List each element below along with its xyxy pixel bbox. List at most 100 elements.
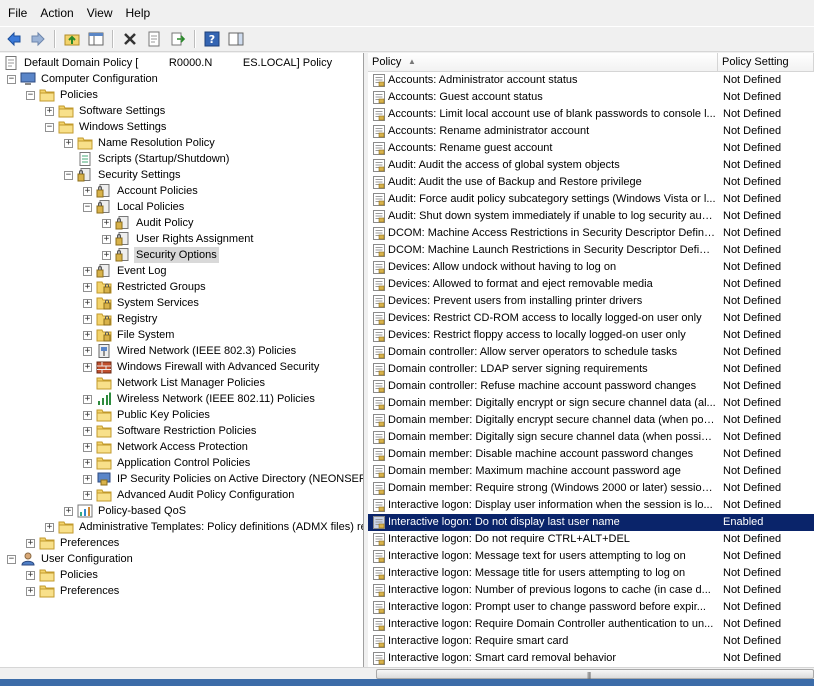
expand-icon[interactable]: +: [83, 266, 92, 276]
column-header-setting[interactable]: Policy Setting: [718, 53, 814, 71]
collapse-icon[interactable]: −: [7, 554, 16, 564]
show-action-pane-button[interactable]: [226, 29, 246, 49]
expand-icon[interactable]: +: [64, 138, 73, 148]
policy-row[interactable]: Interactive logon: Require Domain Contro…: [368, 616, 814, 633]
policy-row[interactable]: Domain member: Digitally encrypt secure …: [368, 412, 814, 429]
policy-row[interactable]: Devices: Restrict CD-ROM access to local…: [368, 310, 814, 327]
delete-button[interactable]: [120, 29, 140, 49]
policy-row[interactable]: Domain member: Require strong (Windows 2…: [368, 480, 814, 497]
details-pane[interactable]: Policy ▲ Policy Setting Accounts: Admini…: [368, 53, 814, 667]
tree-item[interactable]: + Software Settings: [45, 103, 167, 119]
tree-item[interactable]: + IP Security Policies on Active Director…: [83, 471, 363, 487]
expand-icon[interactable]: +: [83, 346, 92, 356]
tree-item[interactable]: + Application Control Policies: [83, 455, 252, 471]
expand-icon[interactable]: +: [45, 106, 54, 116]
policy-row[interactable]: Domain member: Maximum machine account p…: [368, 463, 814, 480]
collapse-icon[interactable]: −: [64, 170, 73, 180]
policy-row[interactable]: Audit: Force audit policy subcategory se…: [368, 191, 814, 208]
policy-row[interactable]: Audit: Shut down system immediately if u…: [368, 208, 814, 225]
menu-action[interactable]: Action: [33, 0, 79, 26]
menu-file[interactable]: File: [1, 0, 33, 26]
tree-item[interactable]: Scripts (Startup/Shutdown): [64, 151, 231, 167]
show-hide-tree-button[interactable]: [86, 29, 106, 49]
expand-icon[interactable]: +: [83, 458, 92, 468]
policy-row[interactable]: Accounts: Limit local account use of bla…: [368, 106, 814, 123]
policy-row[interactable]: Devices: Prevent users from installing p…: [368, 293, 814, 310]
tree-item[interactable]: + Audit Policy: [102, 215, 195, 231]
tree-item[interactable]: + Software Restriction Policies: [83, 423, 258, 439]
tree-item[interactable]: + Advanced Audit Policy Configuration: [83, 487, 296, 503]
policy-row[interactable]: Audit: Audit the use of Backup and Resto…: [368, 174, 814, 191]
policy-row[interactable]: Domain controller: LDAP server signing r…: [368, 361, 814, 378]
properties-button[interactable]: [144, 29, 164, 49]
expand-icon[interactable]: +: [102, 218, 111, 228]
expand-icon[interactable]: +: [26, 538, 35, 548]
policy-row[interactable]: Domain controller: Allow server operator…: [368, 344, 814, 361]
expand-icon[interactable]: +: [83, 282, 92, 292]
policy-row[interactable]: Accounts: Administrator account status No…: [368, 72, 814, 89]
expand-icon[interactable]: +: [83, 442, 92, 452]
expand-icon[interactable]: +: [102, 234, 111, 244]
policy-row[interactable]: Domain member: Digitally encrypt or sign…: [368, 395, 814, 412]
tree-item[interactable]: + System Services: [83, 295, 201, 311]
console-tree[interactable]: Default Domain Policy [ R0000.N ES.LOCAL…: [0, 53, 364, 667]
policy-row[interactable]: Interactive logon: Do not require CTRL+A…: [368, 531, 814, 548]
tree-item[interactable]: + Windows Firewall with Advanced Security: [83, 359, 321, 375]
collapse-icon[interactable]: −: [26, 90, 35, 100]
expand-icon[interactable]: +: [26, 570, 35, 580]
tree-item[interactable]: + Administrative Templates: Policy defini…: [45, 519, 363, 535]
expand-icon[interactable]: +: [83, 330, 92, 340]
policy-row[interactable]: Accounts: Rename administrator account No…: [368, 123, 814, 140]
policy-row[interactable]: Interactive logon: Prompt user to change…: [368, 599, 814, 616]
tree-item[interactable]: + Name Resolution Policy: [64, 135, 217, 151]
column-header-policy[interactable]: Policy ▲: [368, 53, 718, 71]
expand-icon[interactable]: +: [83, 298, 92, 308]
tree-item[interactable]: + Wireless Network (IEEE 802.11) Policies: [83, 391, 317, 407]
tree-item[interactable]: − User Configuration: [7, 551, 135, 567]
menu-help[interactable]: Help: [119, 0, 157, 26]
expand-icon[interactable]: +: [45, 522, 54, 532]
tree-item[interactable]: + Policies: [26, 567, 100, 583]
expand-icon[interactable]: +: [83, 186, 92, 196]
tree-item[interactable]: + Preferences: [26, 535, 121, 551]
tree-item[interactable]: − Security Settings: [64, 167, 183, 183]
expand-icon[interactable]: +: [102, 250, 111, 260]
tree-item[interactable]: + Policy-based QoS: [64, 503, 188, 519]
expand-icon[interactable]: +: [83, 410, 92, 420]
tree-item[interactable]: + User Rights Assignment: [102, 231, 255, 247]
policy-row[interactable]: Interactive logon: Number of previous lo…: [368, 582, 814, 599]
policy-row[interactable]: Devices: Allow undock without having to …: [368, 259, 814, 276]
collapse-icon[interactable]: −: [45, 122, 54, 132]
collapse-icon[interactable]: −: [83, 202, 92, 212]
policy-row[interactable]: Audit: Audit the access of global system…: [368, 157, 814, 174]
expand-icon[interactable]: +: [83, 394, 92, 404]
tree-item[interactable]: − Local Policies: [83, 199, 186, 215]
tree-item[interactable]: + Event Log: [83, 263, 169, 279]
policy-row[interactable]: Domain member: Disable machine account p…: [368, 446, 814, 463]
tree-item[interactable]: + Account Policies: [83, 183, 200, 199]
policy-row[interactable]: DCOM: Machine Launch Restrictions in Sec…: [368, 242, 814, 259]
up-folder-button[interactable]: [62, 29, 82, 49]
expand-icon[interactable]: +: [83, 474, 92, 484]
policy-row[interactable]: Interactive logon: Message text for user…: [368, 548, 814, 565]
policy-row[interactable]: Interactive logon: Message title for use…: [368, 565, 814, 582]
policy-row[interactable]: Devices: Allowed to format and eject rem…: [368, 276, 814, 293]
tree-item[interactable]: + Restricted Groups: [83, 279, 208, 295]
policy-row[interactable]: DCOM: Machine Access Restrictions in Sec…: [368, 225, 814, 242]
tree-item[interactable]: + Security Options: [102, 247, 219, 263]
policy-row[interactable]: Devices: Restrict floppy access to local…: [368, 327, 814, 344]
policy-row[interactable]: Accounts: Rename guest account Not Define…: [368, 140, 814, 157]
tree-item[interactable]: − Windows Settings: [45, 119, 168, 135]
tree-item[interactable]: + File System: [83, 327, 176, 343]
tree-item[interactable]: + Wired Network (IEEE 802.3) Policies: [83, 343, 298, 359]
scrollbar-thumb[interactable]: |||: [376, 669, 814, 680]
tree-item[interactable]: + Preferences: [26, 583, 121, 599]
policy-row[interactable]: Domain controller: Refuse machine accoun…: [368, 378, 814, 395]
policy-row[interactable]: Interactive logon: Smart card removal be…: [368, 650, 814, 667]
menu-view[interactable]: View: [80, 0, 119, 26]
expand-icon[interactable]: +: [83, 490, 92, 500]
expand-icon[interactable]: +: [64, 506, 73, 516]
expand-icon[interactable]: +: [26, 586, 35, 596]
policy-row[interactable]: Domain member: Digitally sign secure cha…: [368, 429, 814, 446]
policy-row[interactable]: Interactive logon: Display user informat…: [368, 497, 814, 514]
